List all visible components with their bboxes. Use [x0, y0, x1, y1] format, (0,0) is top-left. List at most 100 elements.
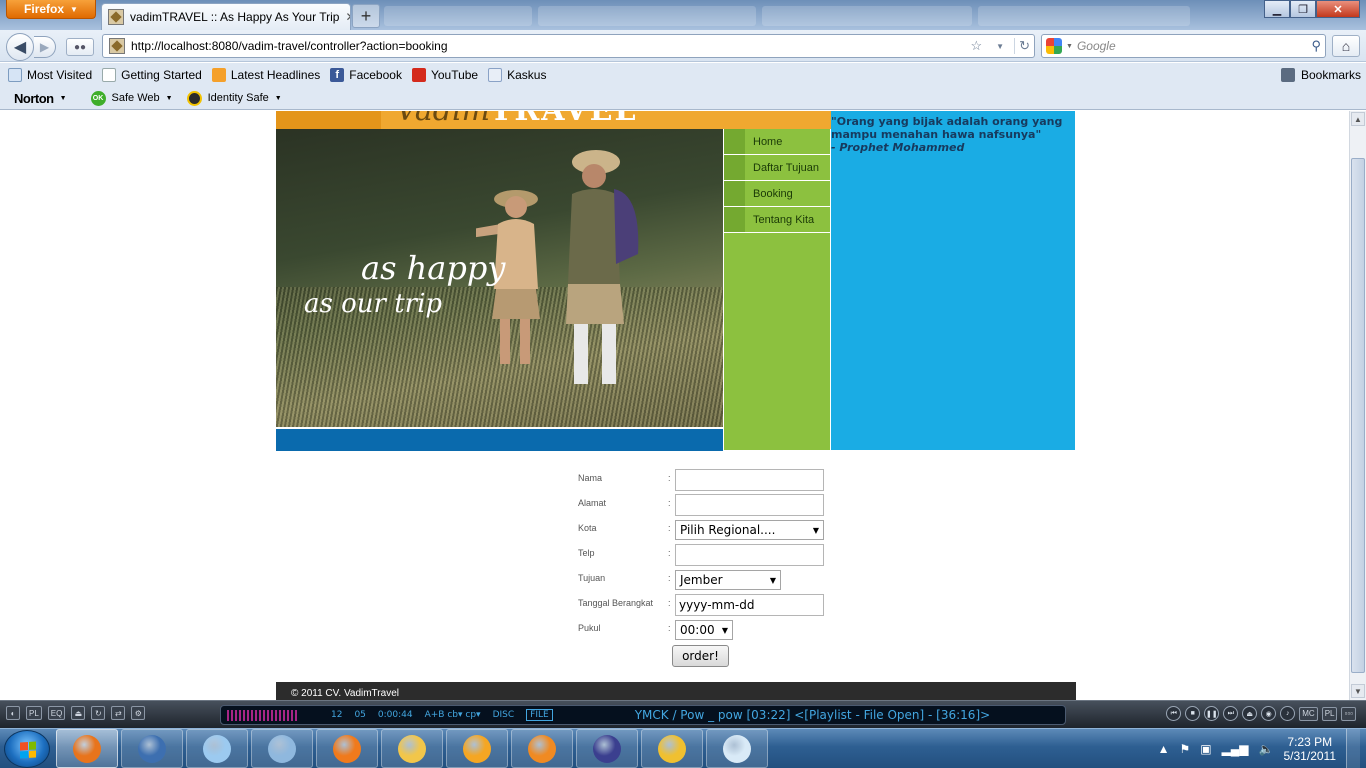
- taskbar-app-paint[interactable]: [706, 729, 768, 768]
- bookmark-most-visited[interactable]: Most Visited: [6, 68, 94, 82]
- dropdown-arrow-icon[interactable]: ▼: [992, 42, 1008, 51]
- firefox-menu-button[interactable]: Firefox ▼: [6, 0, 96, 19]
- forward-button[interactable]: ▶: [34, 36, 56, 58]
- taskbar-app-firefox[interactable]: [56, 729, 118, 768]
- show-desktop-button[interactable]: [1346, 729, 1360, 768]
- stop-icon[interactable]: ■: [1185, 706, 1201, 721]
- norton-safe-web[interactable]: OK Safe Web ▼: [90, 90, 173, 106]
- speaker-icon[interactable]: 🔈: [1259, 742, 1274, 756]
- taskbar-app-remote-desktop[interactable]: [251, 729, 313, 768]
- bookmark-latest-headlines[interactable]: Latest Headlines: [210, 68, 322, 82]
- taskbar-app-xampp[interactable]: [316, 729, 378, 768]
- nav-home[interactable]: Home: [724, 129, 830, 155]
- player-settings-icon[interactable]: ⚙: [131, 706, 146, 720]
- star-page-icon: [8, 68, 22, 82]
- player-mc-button[interactable]: MC: [1299, 706, 1318, 721]
- home-button[interactable]: ⌂: [1332, 35, 1360, 57]
- kota-select[interactable]: Pilih Regional.... ▼: [675, 520, 824, 540]
- show-hidden-icons-icon[interactable]: ▲: [1158, 742, 1170, 756]
- paint-icon: [723, 734, 751, 763]
- norton-menu[interactable]: Norton ▼: [14, 91, 67, 106]
- scroll-up-arrow-icon[interactable]: ▲: [1351, 112, 1365, 126]
- search-bar[interactable]: ▼ Google ⚲: [1041, 34, 1326, 58]
- windows-logo-icon: [20, 741, 36, 759]
- tujuan-select[interactable]: Jember ▼: [675, 570, 781, 590]
- nav-booking[interactable]: Booking: [724, 181, 830, 207]
- bookmark-kaskus[interactable]: Kaskus: [486, 68, 548, 82]
- hiker-man-figure: [566, 150, 639, 384]
- order-button[interactable]: order!: [672, 645, 729, 667]
- tanggal-input[interactable]: [675, 594, 824, 616]
- record-icon[interactable]: ◉: [1261, 706, 1277, 721]
- clock[interactable]: 7:23 PM 5/31/2011: [1284, 735, 1337, 763]
- back-button[interactable]: ◀: [6, 33, 34, 61]
- start-button[interactable]: [4, 730, 50, 768]
- bookmark-youtube[interactable]: YouTube: [410, 68, 480, 82]
- volume-icon[interactable]: ♪: [1280, 706, 1296, 721]
- search-input[interactable]: Google: [1077, 39, 1308, 53]
- taskbar-app-globe[interactable]: [641, 729, 703, 768]
- alamat-input[interactable]: [675, 494, 824, 516]
- player-pl-right-button[interactable]: PL: [1321, 706, 1338, 721]
- norton-identity-safe[interactable]: Identity Safe ▼: [186, 90, 282, 106]
- bookmark-facebook[interactable]: f Facebook: [328, 68, 404, 82]
- netbeans-icon: [463, 734, 491, 763]
- player-logo-icon[interactable]: ◐: [6, 706, 20, 720]
- background-tab[interactable]: [538, 6, 756, 26]
- taskbar-app-eclipse[interactable]: [576, 729, 638, 768]
- network-signal-icon[interactable]: ▂▄▆: [1222, 742, 1249, 756]
- pukul-select[interactable]: 00:00 ▼: [675, 620, 733, 640]
- eject-icon[interactable]: ⏏: [1242, 706, 1258, 721]
- bookmark-getting-started[interactable]: Getting Started: [100, 68, 204, 82]
- nama-input[interactable]: [675, 469, 824, 491]
- new-tab-button[interactable]: +: [352, 4, 380, 28]
- reload-icon[interactable]: ↻: [1014, 38, 1034, 54]
- telp-input[interactable]: [675, 544, 824, 566]
- background-tab[interactable]: [762, 6, 972, 26]
- player-pl-button[interactable]: PL: [26, 706, 42, 720]
- url-bar[interactable]: http://localhost:8080/vadim-travel/contr…: [102, 34, 1035, 58]
- scrollbar-thumb[interactable]: [1351, 158, 1365, 673]
- player-eq-button[interactable]: EQ: [47, 706, 66, 720]
- nav-daftar-tujuan[interactable]: Daftar Tujuan: [724, 155, 830, 181]
- close-tab-icon[interactable]: ✕: [345, 10, 350, 24]
- device-icon[interactable]: ▣: [1200, 742, 1211, 756]
- taskbar-app-media-player[interactable]: [511, 729, 573, 768]
- norton-toolbar: Norton ▼ OK Safe Web ▼ Identity Safe ▼: [0, 87, 1366, 110]
- vertical-scrollbar[interactable]: ▲ ▼: [1349, 111, 1366, 700]
- previous-track-icon[interactable]: ⏮: [1166, 706, 1182, 721]
- colon: :: [668, 548, 671, 558]
- bookmark-star-icon[interactable]: ☆: [967, 38, 987, 54]
- tab-vadimtravel[interactable]: vadimTRAVEL :: As Happy As Your Trip ✕: [101, 3, 351, 30]
- form-row-nama: Nama :: [578, 467, 838, 491]
- pause-icon[interactable]: ❚❚: [1204, 706, 1220, 721]
- form-row-kota: Kota : Pilih Regional.... ▼: [578, 517, 838, 541]
- hero-bottom-bar: [276, 427, 723, 451]
- close-window-button[interactable]: ✕: [1316, 0, 1360, 18]
- taskbar-app-explorer[interactable]: [381, 729, 443, 768]
- minimize-button[interactable]: ▁: [1264, 0, 1290, 18]
- nav-tentang-kita[interactable]: Tentang Kita: [724, 207, 830, 233]
- player-repeat-icon[interactable]: ↻: [91, 706, 106, 720]
- safe-web-label: Safe Web: [111, 92, 160, 104]
- track-title: YMCK / Pow _ pow [03:22] <[Playlist - Fi…: [634, 708, 991, 722]
- dropdown-arrow-icon[interactable]: ▼: [1066, 43, 1073, 50]
- background-tab[interactable]: [384, 6, 532, 26]
- action-center-flag-icon[interactable]: ⚑: [1179, 742, 1190, 756]
- history-button[interactable]: ●●: [66, 38, 94, 56]
- url-text[interactable]: http://localhost:8080/vadim-travel/contr…: [131, 39, 961, 53]
- search-icon[interactable]: ⚲: [1311, 38, 1321, 54]
- xampp-icon: [333, 734, 361, 763]
- maximize-button[interactable]: ❐: [1290, 0, 1316, 18]
- taskbar-app-virtualbox[interactable]: [186, 729, 248, 768]
- player-shuffle-icon[interactable]: ⇄: [111, 706, 126, 720]
- bookmarks-menu-button[interactable]: Bookmarks: [1280, 63, 1361, 87]
- player-window-controls[interactable]: ▫▫▫: [1341, 706, 1356, 721]
- taskbar-app-netbeans[interactable]: [446, 729, 508, 768]
- player-open-icon[interactable]: ⏏: [71, 706, 86, 720]
- google-icon[interactable]: [1046, 38, 1062, 54]
- scroll-down-arrow-icon[interactable]: ▼: [1351, 684, 1365, 698]
- background-tab[interactable]: [978, 6, 1190, 26]
- taskbar-app-thunderbird[interactable]: [121, 729, 183, 768]
- next-track-icon[interactable]: ⏭: [1223, 706, 1239, 721]
